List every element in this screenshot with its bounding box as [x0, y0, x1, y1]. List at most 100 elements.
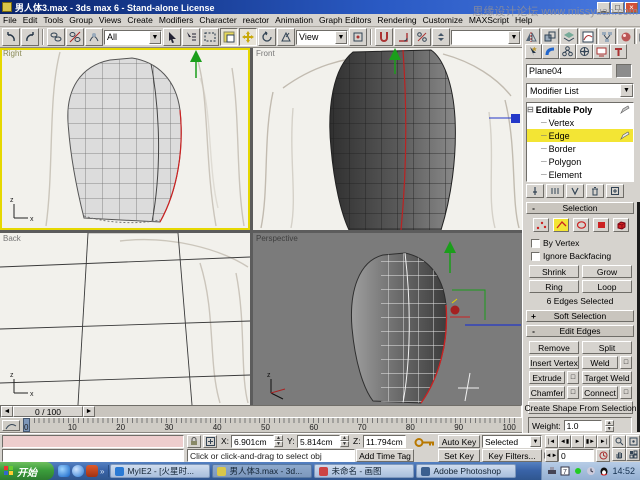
- key-filters-button[interactable]: Key Filters...: [482, 449, 542, 462]
- select-by-name-button[interactable]: [182, 28, 200, 46]
- weight-field[interactable]: 1.0: [564, 420, 602, 431]
- absolute-mode-button[interactable]: [203, 435, 217, 448]
- menu-animation[interactable]: Animation: [272, 15, 316, 25]
- named-selection-dropdown[interactable]: ▼: [451, 30, 521, 45]
- ignore-backfacing-checkbox[interactable]: Ignore Backfacing: [531, 251, 611, 261]
- stack-vertex[interactable]: ─Vertex: [527, 116, 633, 129]
- redo-button[interactable]: [21, 28, 39, 46]
- printer-icon[interactable]: [547, 466, 557, 476]
- spinner-snap-button[interactable]: [432, 28, 450, 46]
- element-mode-button[interactable]: [613, 218, 629, 232]
- maxscript-listener-white[interactable]: [2, 449, 184, 462]
- x-coordinate-field[interactable]: 6.901cm: [231, 435, 274, 448]
- configure-modifier-sets-button[interactable]: [606, 184, 624, 198]
- mini-curve-editor-button[interactable]: [2, 420, 20, 431]
- viewport-label[interactable]: Right: [3, 49, 22, 58]
- dropdown-arrow-icon[interactable]: ▼: [620, 84, 633, 97]
- gizmo-handle[interactable]: [489, 114, 520, 123]
- y-spinner[interactable]: ▲▼: [340, 435, 349, 447]
- menu-create[interactable]: Create: [124, 15, 156, 25]
- selection-filter-dropdown[interactable]: All▼: [104, 30, 162, 45]
- ring-button[interactable]: Ring: [529, 280, 579, 293]
- zoom-extents-button[interactable]: [626, 435, 640, 448]
- weight-spinner[interactable]: ▲▼: [605, 420, 614, 432]
- move-tool-button[interactable]: [239, 28, 257, 46]
- browser-icon[interactable]: [72, 465, 84, 477]
- menu-views[interactable]: Views: [96, 15, 125, 25]
- pin-stack-button[interactable]: [526, 184, 544, 198]
- rectangular-selection-button[interactable]: [201, 28, 219, 46]
- x-spinner[interactable]: ▲▼: [274, 435, 283, 447]
- scale-tool-button[interactable]: [277, 28, 295, 46]
- viewport-front[interactable]: Front: [253, 48, 522, 230]
- move-gizmo[interactable]: [444, 241, 521, 325]
- polygon-mode-button[interactable]: [593, 218, 609, 232]
- undo-button[interactable]: [2, 28, 20, 46]
- reference-coordsys-dropdown[interactable]: View▼: [296, 30, 348, 45]
- stack-edge[interactable]: ─Edge: [527, 129, 633, 142]
- spinner-down[interactable]: ▼: [605, 426, 614, 432]
- remove-modifier-button[interactable]: [586, 184, 604, 198]
- grow-button[interactable]: Grow: [582, 265, 632, 278]
- percent-snap-button[interactable]: [413, 28, 431, 46]
- viewport-label[interactable]: Front: [256, 49, 275, 58]
- y-coordinate-field[interactable]: 5.814cm: [297, 435, 340, 448]
- shrink-button[interactable]: Shrink: [529, 265, 579, 278]
- add-time-tag[interactable]: Add Time Tag: [356, 449, 414, 462]
- connect-settings-button[interactable]: □: [620, 386, 632, 399]
- stack-polygon[interactable]: ─Polygon: [527, 155, 633, 168]
- weld-settings-button[interactable]: □: [620, 356, 632, 369]
- maximize-viewport-toggle-button[interactable]: [626, 448, 640, 461]
- unlink-button[interactable]: [66, 28, 84, 46]
- auto-key-button[interactable]: Auto Key: [438, 435, 480, 448]
- set-key-button[interactable]: Set Key: [438, 449, 480, 462]
- split-button[interactable]: Split: [582, 341, 632, 354]
- menu-tools[interactable]: Tools: [40, 15, 66, 25]
- frame-back-button[interactable]: ◄: [1, 406, 13, 417]
- task-3dsmax[interactable]: 男人体3.max - 3d...: [212, 464, 312, 478]
- edge-mode-button[interactable]: [553, 218, 569, 232]
- qq-messenger-icon[interactable]: [599, 466, 609, 476]
- zoom-button[interactable]: [612, 435, 626, 448]
- menu-graph-editors[interactable]: Graph Editors: [316, 15, 374, 25]
- selection-rollout-header[interactable]: - Selection: [526, 202, 634, 214]
- menu-character[interactable]: Character: [196, 15, 239, 25]
- snap-toggle-button[interactable]: [375, 28, 393, 46]
- soft-selection-rollout-header[interactable]: + Soft Selection: [526, 310, 634, 322]
- checkbox-box[interactable]: [531, 252, 540, 261]
- object-name-field[interactable]: Plane04: [526, 64, 612, 78]
- pan-button[interactable]: [612, 448, 626, 461]
- viewport-right[interactable]: zx Right: [0, 48, 250, 230]
- dropdown-arrow-icon[interactable]: ▼: [335, 31, 347, 44]
- tab-create[interactable]: [525, 44, 542, 59]
- insert-vertex-button[interactable]: Insert Vertex: [529, 356, 579, 369]
- modifier-list-dropdown[interactable]: Modifier List ▼: [526, 83, 634, 98]
- make-unique-button[interactable]: [566, 184, 584, 198]
- window-crossing-button[interactable]: [220, 28, 238, 46]
- chamfer-settings-button[interactable]: □: [567, 386, 579, 399]
- rotate-tool-button[interactable]: [258, 28, 276, 46]
- chamfer-button[interactable]: Chamfer: [529, 386, 565, 399]
- target-weld-button[interactable]: Target Weld: [582, 371, 632, 384]
- stack-element[interactable]: ─Element: [527, 168, 633, 181]
- angle-snap-button[interactable]: [394, 28, 412, 46]
- quick-launch-overflow-chevron[interactable]: »: [100, 467, 104, 476]
- tab-hierarchy[interactable]: [559, 44, 576, 59]
- loop-button[interactable]: Loop: [582, 280, 632, 293]
- dropdown-arrow-icon[interactable]: ▼: [149, 31, 161, 44]
- frame-forward-button[interactable]: ►: [83, 406, 95, 417]
- viewport-back[interactable]: zx Back: [0, 233, 250, 405]
- app-shortcut-icon[interactable]: [86, 465, 98, 477]
- maxscript-listener-pink[interactable]: [2, 435, 184, 448]
- extrude-settings-button[interactable]: □: [567, 371, 579, 384]
- key-mode-dropdown[interactable]: Selected▼: [482, 435, 542, 448]
- time-slider-handle[interactable]: 0 / 100: [13, 406, 83, 417]
- go-to-end-button[interactable]: ►|: [597, 435, 610, 448]
- next-frame-button[interactable]: ▮►: [584, 435, 597, 448]
- media-player-icon[interactable]: [58, 465, 70, 477]
- z-coordinate-field[interactable]: 11.794cm: [363, 435, 406, 448]
- bind-spacewarp-button[interactable]: [85, 28, 103, 46]
- collapse-icon[interactable]: ⊟: [527, 105, 534, 114]
- menu-reactor[interactable]: reactor: [240, 15, 272, 25]
- dropdown-arrow-icon[interactable]: ▼: [530, 436, 541, 447]
